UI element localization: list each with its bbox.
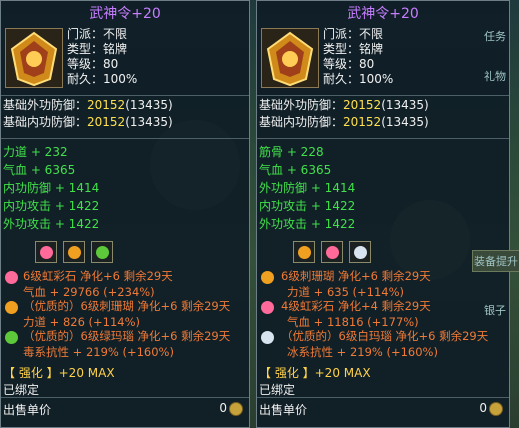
orange-gem-icon [5, 301, 18, 314]
gem-bonus: 毒系抗性 + 219% (+160%) [23, 345, 174, 359]
strength-level: 【 强化 】+20 MAX [259, 366, 371, 380]
gem-line: 4级虹彩石 净化+4 剩余29天 [281, 299, 431, 313]
gem-slot [293, 241, 315, 263]
base-inner-defense: 基础内功防御：20152(13435) [259, 115, 429, 129]
item-info: 门派：不限 类型：铭牌 等级：80 耐久：100% [67, 27, 137, 87]
base-inner-defense: 基础内功防御：20152(13435) [3, 115, 173, 129]
item-sect: 门派：不限 [323, 27, 384, 41]
item-info: 门派：不限 类型：铭牌 等级：80 耐久：100% [323, 27, 393, 87]
gem-slot [321, 241, 343, 263]
stat-line: 筋骨 + 228 [259, 145, 324, 159]
divider [1, 397, 249, 398]
orange-gem-icon [297, 245, 311, 259]
stat-list: 力道 + 232 气血 + 6365 内功防御 + 1414 内功攻击 + 14… [3, 143, 99, 233]
stat-line: 气血 + 6365 [3, 163, 76, 177]
gem-line: （优质的）6级刺珊瑚 净化+6 剩余29天 [23, 299, 231, 313]
divider [1, 95, 249, 96]
price-label: 出售单价 [3, 403, 52, 417]
item-level: 等级：80 [67, 57, 119, 71]
task-button[interactable]: 任务 [472, 28, 518, 44]
gem-line: 6级虹彩石 净化+6 剩余29天 [23, 269, 173, 283]
gem-slot [35, 241, 57, 263]
stat-line: 内功攻击 + 1422 [259, 199, 356, 213]
item-type: 类型：铭牌 [67, 42, 128, 56]
badge-icon [266, 31, 314, 87]
stat-line: 外功防御 + 1414 [259, 181, 356, 195]
divider [257, 138, 509, 139]
orange-gem-icon [67, 245, 81, 259]
coin-icon [229, 401, 243, 416]
orange-gem-icon [261, 271, 274, 284]
equip-upgrade-button[interactable]: 装备提升 [472, 250, 519, 272]
item-durability: 耐久：100% [67, 72, 138, 86]
price-value: 0 [219, 401, 243, 416]
item-level: 等级：80 [323, 57, 375, 71]
item-durability: 耐久：100% [323, 72, 394, 86]
pink-gem-icon [325, 245, 339, 259]
divider [257, 95, 509, 96]
gem-bonus: 冰系抗性 + 219% (+160%) [287, 345, 438, 359]
bound-status: 已绑定 [259, 383, 296, 397]
price-value: 0 [479, 401, 503, 416]
base-outer-defense: 基础外功防御：20152(13435) [3, 98, 173, 112]
pink-gem-icon [39, 245, 53, 259]
divider [1, 138, 249, 139]
item-sect: 门派：不限 [67, 27, 128, 41]
stat-line: 力道 + 232 [3, 145, 68, 159]
coin-icon [489, 401, 503, 416]
gem-line: （优质的）6级白玛瑙 净化+6 剩余29天 [281, 329, 489, 343]
gem-slot [63, 241, 85, 263]
gem-bonus: 力道 + 635 (+114%) [287, 285, 405, 299]
bound-status: 已绑定 [3, 383, 40, 397]
gem-slot [91, 241, 113, 263]
gift-button[interactable]: 礼物 [472, 68, 518, 84]
white-gem-icon [261, 331, 274, 344]
gem-slots [35, 241, 113, 263]
base-outer-defense: 基础外功防御：20152(13435) [259, 98, 429, 112]
stat-line: 内功防御 + 1414 [3, 181, 100, 195]
gem-bonus: 力道 + 826 (+114%) [23, 315, 141, 329]
item-title: 武神令+20 [89, 6, 161, 22]
item-icon [5, 28, 63, 88]
gem-bonus: 气血 + 11816 (+177%) [287, 315, 419, 329]
item-type: 类型：铭牌 [323, 42, 384, 56]
stat-line: 内功攻击 + 1422 [3, 199, 100, 213]
item-title: 武神令+20 [347, 6, 419, 22]
item-tooltip-left: 武神令+20 门派：不限 类型：铭牌 等级：80 耐久：100% 基础外功防御：… [0, 0, 250, 428]
price-label: 出售单价 [259, 403, 308, 417]
gem-bonus: 气血 + 29766 (+234%) [23, 285, 155, 299]
green-gem-icon [5, 331, 18, 344]
item-icon [261, 28, 319, 88]
pink-gem-icon [5, 271, 18, 284]
pink-gem-icon [261, 301, 274, 314]
silver-label: 银子 [484, 304, 506, 317]
divider [257, 397, 509, 398]
stat-line: 外功攻击 + 1422 [3, 217, 100, 231]
gem-line: （优质的）6级绿玛瑙 净化+6 剩余29天 [23, 329, 231, 343]
gem-slots [293, 241, 371, 263]
gem-line: 6级刺珊瑚 净化+6 剩余29天 [281, 269, 431, 283]
stat-line: 外功攻击 + 1422 [259, 217, 356, 231]
item-tooltip-right: 武神令+20 门派：不限 类型：铭牌 等级：80 耐久：100% 基础外功防御：… [256, 0, 510, 428]
green-gem-icon [95, 245, 109, 259]
stat-list: 筋骨 + 228 气血 + 6365 外功防御 + 1414 内功攻击 + 14… [259, 143, 355, 233]
gem-slot [349, 241, 371, 263]
stat-line: 气血 + 6365 [259, 163, 332, 177]
badge-icon [10, 31, 58, 87]
white-gem-icon [353, 245, 367, 259]
strength-level: 【 强化 】+20 MAX [3, 366, 115, 380]
